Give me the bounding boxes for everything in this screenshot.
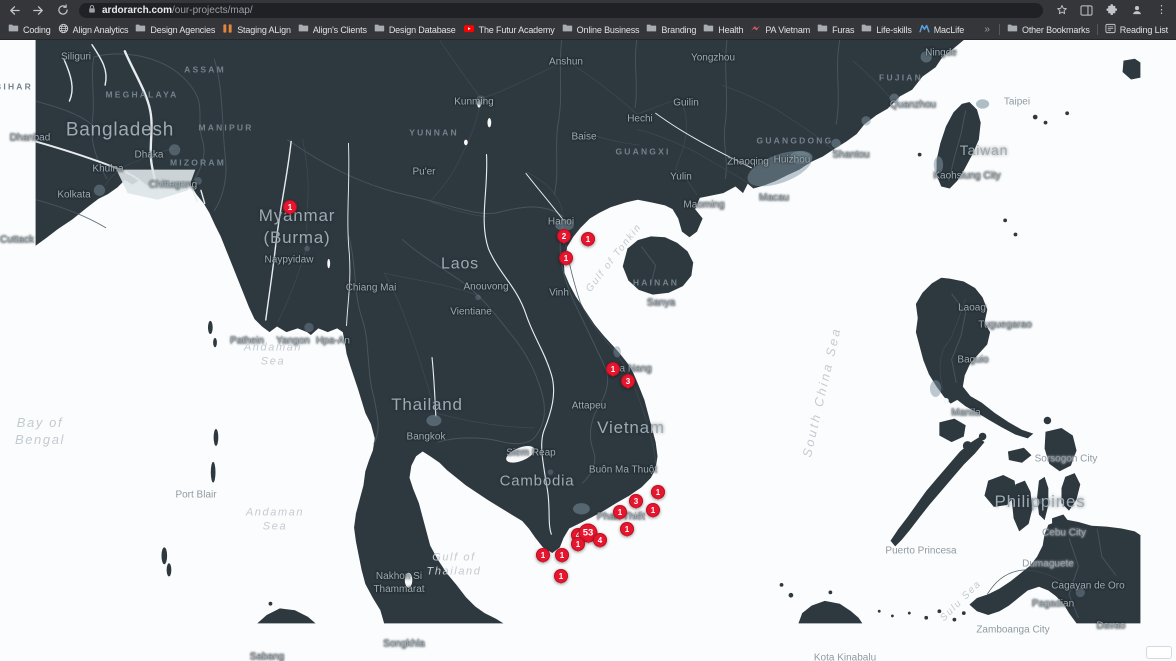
other-bookmarks[interactable]: Other Bookmarks (1007, 23, 1090, 36)
map-marker-cluster[interactable]: 4 (593, 533, 607, 547)
bookmark-align-analytics[interactable]: Align Analytics (58, 23, 129, 36)
browser-toolbar: ardorarch.com/our-projects/map/ ⋮ (0, 0, 1176, 20)
back-icon[interactable] (7, 3, 22, 18)
side-panel-icon[interactable] (1079, 3, 1094, 18)
folder-icon (646, 23, 657, 36)
lock-icon (88, 1, 96, 19)
forward-icon[interactable] (31, 3, 46, 18)
bookmark-staging-align[interactable]: Staging ALign (222, 23, 291, 36)
bookmark-label: Design Agencies (150, 25, 215, 35)
bookmark-furas[interactable]: Furas (817, 23, 854, 36)
bookmark-label: Align Analytics (73, 25, 129, 35)
map-marker-cluster[interactable]: 1 (571, 537, 585, 551)
folder-icon (703, 23, 714, 36)
bookmark-star-icon[interactable] (1054, 3, 1069, 18)
bookmark-label: Online Business (577, 25, 640, 35)
folder-icon (1007, 23, 1018, 36)
reading-list[interactable]: Reading List (1105, 23, 1168, 36)
bookmarks-overflow-chevron[interactable]: » (982, 24, 992, 35)
other-bookmarks-label: Other Bookmarks (1022, 25, 1090, 35)
map-marker-cluster[interactable]: 1 (536, 548, 550, 562)
map-marker-cluster[interactable]: 1 (554, 569, 568, 583)
profile-icon[interactable] (1129, 3, 1144, 18)
bookmark-life-skills[interactable]: Life-skills (861, 23, 911, 36)
map-marker-cluster[interactable]: 1 (283, 200, 297, 214)
bookmark-label: Align's Clients (313, 25, 367, 35)
map-marker-cluster[interactable]: 1 (555, 548, 569, 562)
map-geography (0, 40, 1176, 661)
folder-icon (562, 23, 573, 36)
map-marker-cluster[interactable]: 1 (606, 362, 620, 376)
bookmark-label: Life-skills (876, 25, 911, 35)
divider (999, 24, 1000, 35)
bookmark-pa-vietnam[interactable]: PA Vietnam (750, 23, 810, 36)
folder-icon (298, 23, 309, 36)
bookmark-design-agencies[interactable]: Design Agencies (135, 23, 215, 36)
map-marker-cluster[interactable]: 2 (557, 229, 571, 243)
maclife-icon (919, 23, 930, 36)
map-marker-cluster[interactable]: 1 (651, 485, 665, 499)
bookmarks-bar: Coding Align Analytics Design Agencies Stag… (0, 20, 1176, 40)
bookmark-label: PA Vietnam (765, 25, 810, 35)
map-marker-cluster[interactable]: 3 (629, 494, 643, 508)
bookmark-online-business[interactable]: Online Business (562, 23, 640, 36)
bookmark-branding[interactable]: Branding (646, 23, 696, 36)
folder-icon (861, 23, 872, 36)
globe-icon (58, 23, 69, 36)
divider (1097, 24, 1098, 35)
bookmark-label: The Futur Academy (479, 25, 555, 35)
pa-icon (750, 23, 761, 36)
bookmark-label: Coding (23, 25, 51, 35)
bookmark-label: Furas (832, 25, 854, 35)
map-marker-cluster[interactable]: 1 (613, 505, 627, 519)
bookmark-label: MacLife (934, 25, 964, 35)
url-text: ardorarch.com/our-projects/map/ (102, 5, 253, 16)
reading-list-label: Reading List (1120, 25, 1168, 35)
reading-list-icon (1105, 23, 1116, 36)
map-marker-cluster[interactable]: 1 (646, 503, 660, 517)
extensions-icon[interactable] (1104, 3, 1119, 18)
bookmark-maclife[interactable]: MacLife (919, 23, 964, 36)
map-marker-cluster[interactable]: 1 (620, 522, 634, 536)
bookmark-label: Staging ALign (237, 25, 291, 35)
reload-icon[interactable] (55, 3, 70, 18)
url-path: /our-projects/map/ (172, 5, 253, 16)
folder-icon (8, 23, 19, 36)
bookmark-label: Branding (661, 25, 696, 35)
bookmark-design-database[interactable]: Design Database (374, 23, 456, 36)
map-attribution-control[interactable] (1146, 646, 1172, 659)
folder-icon (817, 23, 828, 36)
bookmarks-list: Coding Align Analytics Design Agencies Stag… (8, 23, 976, 36)
bookmark-label: Health (718, 25, 743, 35)
bookmark-health[interactable]: Health (703, 23, 743, 36)
bookmark-the-futur-academy[interactable]: The Futur Academy (463, 23, 555, 36)
youtube-icon (463, 23, 475, 36)
bookmark-label: Design Database (389, 25, 456, 35)
staging-icon (222, 23, 233, 36)
toolbar-actions: ⋮ (1052, 3, 1169, 18)
bookmark-coding[interactable]: Coding (8, 23, 51, 36)
bookmark-align-s-clients[interactable]: Align's Clients (298, 23, 367, 36)
map-marker-cluster[interactable]: 3 (621, 374, 635, 388)
url-domain: ardorarch.com (102, 5, 172, 16)
folder-icon (135, 23, 146, 36)
map-marker-cluster[interactable]: 1 (559, 251, 573, 265)
map-canvas[interactable]: BangladeshMyanmar(Burma)LaosThailandViet… (0, 40, 1176, 661)
folder-icon (374, 23, 385, 36)
menu-icon[interactable]: ⋮ (1154, 3, 1169, 18)
map-marker-cluster[interactable]: 1 (581, 232, 595, 246)
address-bar[interactable]: ardorarch.com/our-projects/map/ (79, 3, 1043, 18)
bookmarks-right: » Other Bookmarks Reading List (982, 23, 1168, 36)
